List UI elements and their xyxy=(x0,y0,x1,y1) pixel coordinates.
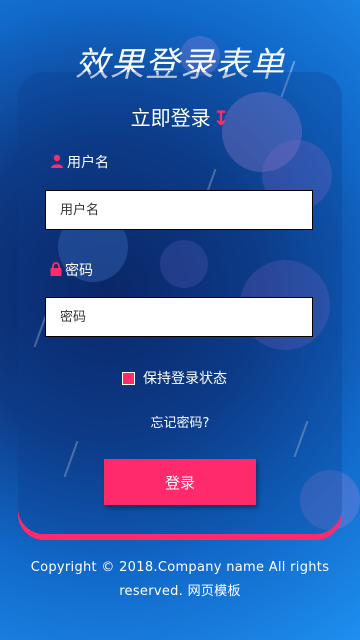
user-icon xyxy=(50,154,64,171)
password-label: 密码 xyxy=(50,260,93,280)
card-title: 立即登录 ↧ xyxy=(18,102,342,131)
login-button[interactable]: 登录 xyxy=(104,459,256,505)
arrow-down-icon: ↧ xyxy=(212,106,230,130)
remember-checkbox[interactable] xyxy=(122,371,135,385)
password-label-text: 密码 xyxy=(65,263,93,279)
login-card: 立即登录↧ 用户名 密码 保持登录状态 忘记密码? 登录 xyxy=(18,72,342,534)
username-label-text: 用户名 xyxy=(67,155,109,171)
lock-icon xyxy=(50,261,62,279)
username-input[interactable] xyxy=(45,190,313,230)
remember-me[interactable]: 保持登录状态 xyxy=(122,368,227,388)
password-input[interactable] xyxy=(45,297,313,337)
forgot-password-link[interactable]: 忘记密码? xyxy=(18,412,342,431)
remember-label: 保持登录状态 xyxy=(143,371,227,387)
username-label: 用户名 xyxy=(50,152,109,172)
card-title-text: 立即登录 xyxy=(130,106,211,130)
footer-copyright: Copyright © 2018.Company name All rights… xyxy=(30,560,330,599)
